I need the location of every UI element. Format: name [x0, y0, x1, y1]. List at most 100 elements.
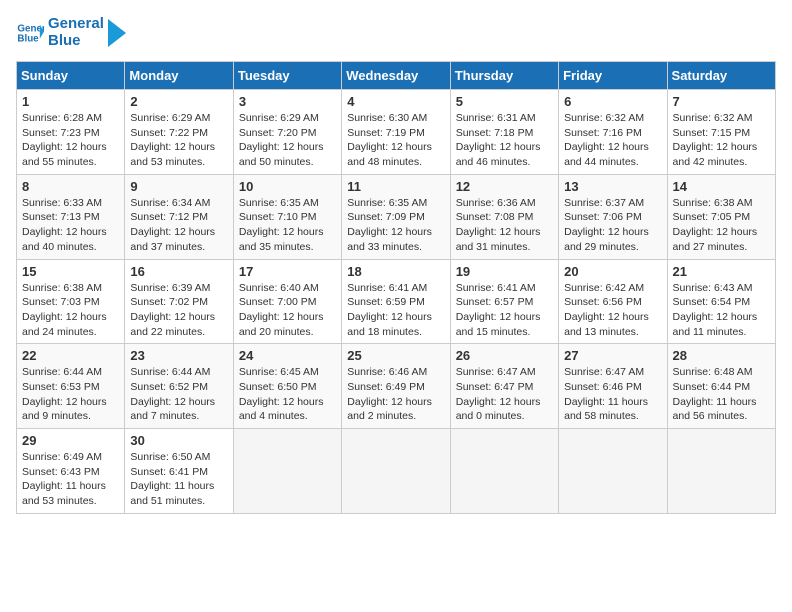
day-number: 26: [456, 348, 553, 363]
calendar-cell: 18 Sunrise: 6:41 AM Sunset: 6:59 PM Dayl…: [342, 259, 450, 344]
calendar-cell: 14 Sunrise: 6:38 AM Sunset: 7:05 PM Dayl…: [667, 174, 775, 259]
sunset-label: Sunset: 6:57 PM: [456, 296, 534, 308]
daylight-label: Daylight: 12 hours and 15 minutes.: [456, 311, 541, 338]
daylight-label: Daylight: 12 hours and 27 minutes.: [673, 226, 758, 253]
sunrise-label: Sunrise: 6:43 AM: [673, 282, 753, 294]
day-number: 28: [673, 348, 770, 363]
day-number: 12: [456, 179, 553, 194]
daylight-label: Daylight: 12 hours and 35 minutes.: [239, 226, 324, 253]
daylight-label: Daylight: 12 hours and 7 minutes.: [130, 396, 215, 423]
day-number: 24: [239, 348, 336, 363]
sunrise-label: Sunrise: 6:35 AM: [239, 197, 319, 209]
sunset-label: Sunset: 6:53 PM: [22, 381, 100, 393]
sunset-label: Sunset: 7:13 PM: [22, 211, 100, 223]
day-info: Sunrise: 6:36 AM Sunset: 7:08 PM Dayligh…: [456, 196, 553, 255]
sunset-label: Sunset: 6:43 PM: [22, 466, 100, 478]
day-number: 20: [564, 264, 661, 279]
logo-line2: Blue: [48, 33, 104, 50]
sunset-label: Sunset: 7:15 PM: [673, 127, 751, 139]
day-info: Sunrise: 6:33 AM Sunset: 7:13 PM Dayligh…: [22, 196, 119, 255]
day-number: 21: [673, 264, 770, 279]
sunset-label: Sunset: 6:52 PM: [130, 381, 208, 393]
daylight-label: Daylight: 12 hours and 33 minutes.: [347, 226, 432, 253]
sunset-label: Sunset: 7:05 PM: [673, 211, 751, 223]
daylight-label: Daylight: 11 hours and 58 minutes.: [564, 396, 648, 423]
calendar-week-row: 1 Sunrise: 6:28 AM Sunset: 7:23 PM Dayli…: [17, 90, 776, 175]
calendar-week-row: 29 Sunrise: 6:49 AM Sunset: 6:43 PM Dayl…: [17, 429, 776, 514]
day-number: 29: [22, 433, 119, 448]
sunrise-label: Sunrise: 6:30 AM: [347, 112, 427, 124]
sunset-label: Sunset: 6:59 PM: [347, 296, 425, 308]
calendar-cell: 24 Sunrise: 6:45 AM Sunset: 6:50 PM Dayl…: [233, 344, 341, 429]
day-info: Sunrise: 6:48 AM Sunset: 6:44 PM Dayligh…: [673, 365, 770, 424]
sunrise-label: Sunrise: 6:49 AM: [22, 451, 102, 463]
daylight-label: Daylight: 12 hours and 11 minutes.: [673, 311, 758, 338]
calendar-cell: [667, 429, 775, 514]
sunset-label: Sunset: 7:20 PM: [239, 127, 317, 139]
day-info: Sunrise: 6:49 AM Sunset: 6:43 PM Dayligh…: [22, 450, 119, 509]
day-info: Sunrise: 6:38 AM Sunset: 7:03 PM Dayligh…: [22, 281, 119, 340]
day-number: 15: [22, 264, 119, 279]
sunrise-label: Sunrise: 6:41 AM: [347, 282, 427, 294]
calendar-cell: [233, 429, 341, 514]
logo-icon: General Blue: [16, 19, 44, 47]
day-number: 3: [239, 94, 336, 109]
calendar-cell: 4 Sunrise: 6:30 AM Sunset: 7:19 PM Dayli…: [342, 90, 450, 175]
sunset-label: Sunset: 6:41 PM: [130, 466, 208, 478]
sunset-label: Sunset: 7:08 PM: [456, 211, 534, 223]
calendar-cell: 11 Sunrise: 6:35 AM Sunset: 7:09 PM Dayl…: [342, 174, 450, 259]
sunrise-label: Sunrise: 6:28 AM: [22, 112, 102, 124]
daylight-label: Daylight: 12 hours and 44 minutes.: [564, 141, 649, 168]
daylight-label: Daylight: 12 hours and 50 minutes.: [239, 141, 324, 168]
calendar-cell: 21 Sunrise: 6:43 AM Sunset: 6:54 PM Dayl…: [667, 259, 775, 344]
day-number: 30: [130, 433, 227, 448]
calendar-cell: 6 Sunrise: 6:32 AM Sunset: 7:16 PM Dayli…: [559, 90, 667, 175]
day-of-week-header: Tuesday: [233, 62, 341, 90]
sunrise-label: Sunrise: 6:35 AM: [347, 197, 427, 209]
sunset-label: Sunset: 7:23 PM: [22, 127, 100, 139]
sunrise-label: Sunrise: 6:34 AM: [130, 197, 210, 209]
day-info: Sunrise: 6:35 AM Sunset: 7:10 PM Dayligh…: [239, 196, 336, 255]
day-info: Sunrise: 6:43 AM Sunset: 6:54 PM Dayligh…: [673, 281, 770, 340]
day-of-week-header: Friday: [559, 62, 667, 90]
day-info: Sunrise: 6:41 AM Sunset: 6:57 PM Dayligh…: [456, 281, 553, 340]
calendar-cell: 22 Sunrise: 6:44 AM Sunset: 6:53 PM Dayl…: [17, 344, 125, 429]
logo: General Blue General Blue: [16, 16, 126, 49]
calendar-week-row: 22 Sunrise: 6:44 AM Sunset: 6:53 PM Dayl…: [17, 344, 776, 429]
day-number: 1: [22, 94, 119, 109]
sunset-label: Sunset: 7:12 PM: [130, 211, 208, 223]
calendar-cell: [342, 429, 450, 514]
daylight-label: Daylight: 12 hours and 0 minutes.: [456, 396, 541, 423]
sunset-label: Sunset: 6:44 PM: [673, 381, 751, 393]
day-number: 13: [564, 179, 661, 194]
sunset-label: Sunset: 6:54 PM: [673, 296, 751, 308]
daylight-label: Daylight: 12 hours and 48 minutes.: [347, 141, 432, 168]
sunrise-label: Sunrise: 6:41 AM: [456, 282, 536, 294]
daylight-label: Daylight: 12 hours and 29 minutes.: [564, 226, 649, 253]
daylight-label: Daylight: 11 hours and 53 minutes.: [22, 480, 106, 507]
sunset-label: Sunset: 7:22 PM: [130, 127, 208, 139]
day-info: Sunrise: 6:34 AM Sunset: 7:12 PM Dayligh…: [130, 196, 227, 255]
daylight-label: Daylight: 12 hours and 22 minutes.: [130, 311, 215, 338]
daylight-label: Daylight: 12 hours and 18 minutes.: [347, 311, 432, 338]
sunrise-label: Sunrise: 6:29 AM: [130, 112, 210, 124]
day-info: Sunrise: 6:39 AM Sunset: 7:02 PM Dayligh…: [130, 281, 227, 340]
sunset-label: Sunset: 7:09 PM: [347, 211, 425, 223]
day-info: Sunrise: 6:40 AM Sunset: 7:00 PM Dayligh…: [239, 281, 336, 340]
sunset-label: Sunset: 6:56 PM: [564, 296, 642, 308]
day-number: 5: [456, 94, 553, 109]
sunrise-label: Sunrise: 6:47 AM: [456, 366, 536, 378]
day-info: Sunrise: 6:29 AM Sunset: 7:22 PM Dayligh…: [130, 111, 227, 170]
day-of-week-header: Saturday: [667, 62, 775, 90]
daylight-label: Daylight: 12 hours and 24 minutes.: [22, 311, 107, 338]
daylight-label: Daylight: 12 hours and 9 minutes.: [22, 396, 107, 423]
day-info: Sunrise: 6:31 AM Sunset: 7:18 PM Dayligh…: [456, 111, 553, 170]
daylight-label: Daylight: 12 hours and 31 minutes.: [456, 226, 541, 253]
sunrise-label: Sunrise: 6:39 AM: [130, 282, 210, 294]
calendar-week-row: 8 Sunrise: 6:33 AM Sunset: 7:13 PM Dayli…: [17, 174, 776, 259]
sunrise-label: Sunrise: 6:45 AM: [239, 366, 319, 378]
sunrise-label: Sunrise: 6:38 AM: [22, 282, 102, 294]
sunset-label: Sunset: 7:06 PM: [564, 211, 642, 223]
day-of-week-header: Sunday: [17, 62, 125, 90]
sunset-label: Sunset: 7:18 PM: [456, 127, 534, 139]
